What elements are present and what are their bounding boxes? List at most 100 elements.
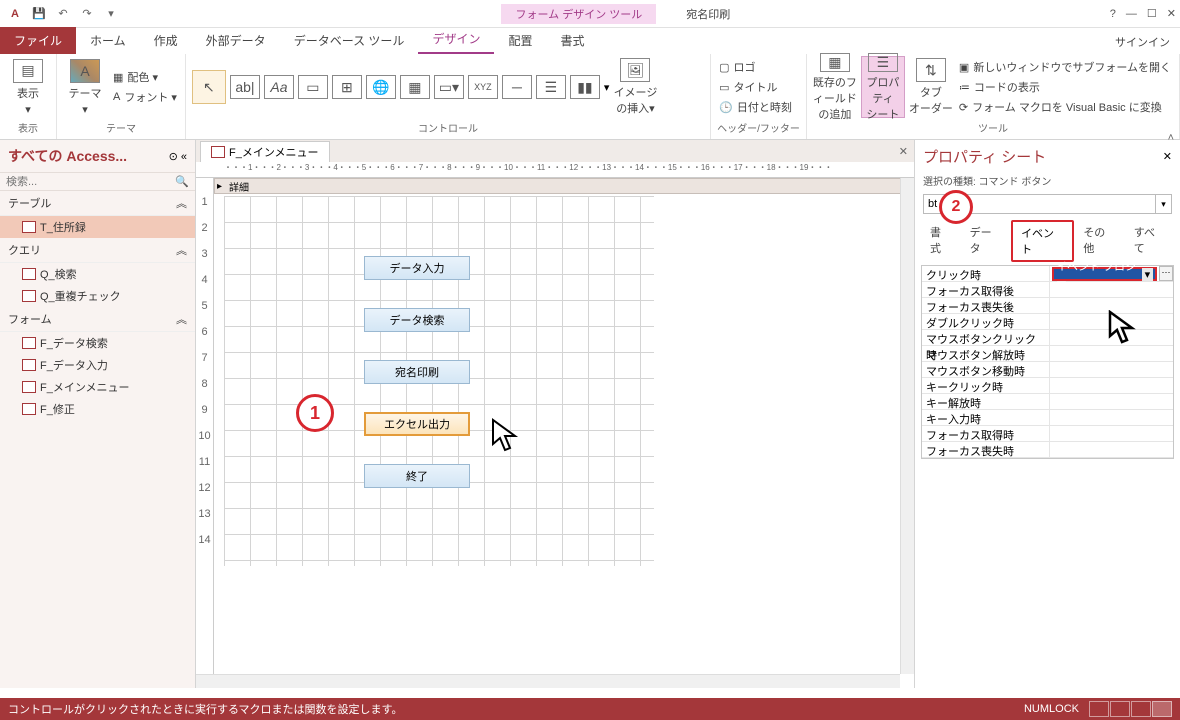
themes-button[interactable]: A テーマ▾ [63, 56, 107, 118]
app-icon[interactable]: A [4, 3, 26, 25]
nav-dropdown-icon[interactable]: ⊙ « [169, 150, 187, 163]
tab-arrange[interactable]: 配置 [494, 27, 546, 54]
prop-tab-data[interactable]: データ [961, 220, 1011, 262]
form-button-exit[interactable]: 終了 [364, 464, 470, 488]
property-sheet-button[interactable]: ☰プロパティ シート [861, 56, 905, 118]
search-icon[interactable]: 🔍 [175, 175, 189, 188]
form-button-print[interactable]: 宛名印刷 [364, 360, 470, 384]
prop-value[interactable] [1050, 378, 1173, 393]
view-design-icon[interactable] [1152, 701, 1172, 717]
tab-tool-icon[interactable]: ⊞ [332, 75, 362, 99]
nav-item-query[interactable]: Q_検索 [0, 263, 195, 285]
form-button-excel-output[interactable]: エクセル出力 [364, 412, 470, 436]
scrollbar-horizontal[interactable] [196, 674, 900, 688]
signin-link[interactable]: サインイン [1105, 30, 1180, 54]
prop-value[interactable] [1050, 410, 1173, 425]
prop-row[interactable]: マウスボタンクリック時 [922, 330, 1173, 346]
doc-close-icon[interactable]: ✕ [899, 145, 908, 158]
button-tool-icon[interactable]: ▭ [298, 75, 328, 99]
collapse-ribbon-icon[interactable]: ˄ [1168, 132, 1174, 144]
prop-close-icon[interactable]: ✕ [1163, 150, 1172, 163]
tab-external[interactable]: 外部データ [192, 27, 280, 54]
nav-group-queries[interactable]: クエリ︽ [0, 238, 195, 263]
undo-icon[interactable]: ↶ [52, 3, 74, 25]
line-tool-icon[interactable]: ─ [502, 75, 532, 99]
prop-tab-format[interactable]: 書式 [921, 220, 961, 262]
textbox-tool-icon[interactable]: ab| [230, 75, 260, 99]
prop-tab-event[interactable]: イベント [1011, 220, 1074, 262]
prop-value[interactable] [1050, 442, 1173, 457]
select-tool-icon[interactable]: ↖ [192, 70, 226, 104]
form-button-data-input[interactable]: データ入力 [364, 256, 470, 280]
minimize-icon[interactable]: — [1126, 8, 1137, 20]
tab-file[interactable]: ファイル [0, 27, 76, 54]
views-button[interactable]: ▤ 表示▾ [6, 56, 50, 118]
view-layout-icon[interactable] [1131, 701, 1151, 717]
tab-order-button[interactable]: ⇅タブ オーダー [909, 56, 953, 118]
fonts-button[interactable]: Aフォント ▾ [111, 88, 179, 106]
tab-format[interactable]: 書式 [546, 27, 598, 54]
nav-group-forms[interactable]: フォーム︽ [0, 307, 195, 332]
convert-macro-button[interactable]: ⟳フォーム マクロを Visual Basic に変換 [957, 98, 1173, 116]
save-icon[interactable]: 💾 [28, 3, 50, 25]
close-icon[interactable]: ✕ [1167, 7, 1176, 20]
view-form-icon[interactable] [1089, 701, 1109, 717]
logo-button[interactable]: ▢ロゴ [717, 58, 794, 76]
prop-value[interactable] [1050, 314, 1173, 329]
tab-home[interactable]: ホーム [76, 27, 140, 54]
document-tab[interactable]: F_メインメニュー [200, 141, 330, 162]
tab-dbtools[interactable]: データベース ツール [280, 27, 419, 54]
prop-tab-other[interactable]: その他 [1074, 220, 1124, 262]
nav-item-form[interactable]: F_メインメニュー [0, 376, 195, 398]
controls-more-icon[interactable]: ▾ [604, 81, 610, 94]
prop-value[interactable] [1050, 282, 1173, 297]
prop-value[interactable] [1050, 426, 1173, 441]
chevron-down-icon[interactable]: ▾ [1156, 194, 1172, 214]
prop-row[interactable]: フォーカス取得時 [922, 426, 1173, 442]
nav-item-table[interactable]: T_住所録 [0, 216, 195, 238]
nav-tool-icon[interactable]: ▦ [400, 75, 430, 99]
tab-design[interactable]: デザイン [418, 25, 494, 54]
colors-button[interactable]: ▦配色 ▾ [111, 68, 179, 86]
prop-value[interactable] [1050, 298, 1173, 313]
title-button[interactable]: ▭タイトル [717, 78, 794, 96]
prop-row[interactable]: ダブルクリック時 [922, 314, 1173, 330]
prop-value[interactable] [1050, 346, 1173, 361]
view-datasheet-icon[interactable] [1110, 701, 1130, 717]
redo-icon[interactable]: ↷ [76, 3, 98, 25]
label-tool-icon[interactable]: Aa [264, 75, 294, 99]
form-button-data-search[interactable]: データ検索 [364, 308, 470, 332]
section-detail[interactable]: 詳細 [214, 178, 914, 194]
prop-row[interactable]: マウスボタン解放時 [922, 346, 1173, 362]
datetime-button[interactable]: 🕒日付と時刻 [717, 98, 794, 116]
combo-tool-icon[interactable]: ▭▾ [434, 75, 464, 99]
nav-item-form[interactable]: F_修正 [0, 398, 195, 420]
prop-value[interactable]: イベント プロシー▾ [1050, 266, 1159, 281]
qat-dropdown-icon[interactable]: ▾ [100, 3, 122, 25]
scrollbar-vertical[interactable] [900, 178, 914, 674]
help-icon[interactable]: ? [1110, 8, 1116, 20]
add-field-button[interactable]: ▦既存のフィールド の追加 [813, 56, 857, 118]
design-grid[interactable]: データ入力 データ検索 宛名印刷 エクセル出力 終了 [224, 196, 654, 566]
list-tool-icon[interactable]: ☰ [536, 75, 566, 99]
maximize-icon[interactable]: ☐ [1147, 7, 1157, 20]
prop-row[interactable]: フォーカス取得後 [922, 282, 1173, 298]
prop-row[interactable]: キー入力時 [922, 410, 1173, 426]
prop-row[interactable]: フォーカス喪失後 [922, 298, 1173, 314]
nav-search-input[interactable] [6, 176, 175, 188]
prop-row[interactable]: キー解放時 [922, 394, 1173, 410]
canvas[interactable]: 1234567891011121314 詳細 データ入力 データ検索 宛名印刷 … [196, 178, 914, 688]
nav-item-query[interactable]: Q_重複チェック [0, 285, 195, 307]
nav-group-tables[interactable]: テーブル︽ [0, 191, 195, 216]
nav-item-form[interactable]: F_データ入力 [0, 354, 195, 376]
insert-image-button[interactable]: 🖼 イメージ の挿入▾ [613, 56, 657, 118]
prop-value[interactable] [1050, 362, 1173, 377]
prop-row[interactable]: マウスボタン移動時 [922, 362, 1173, 378]
prop-row[interactable]: キークリック時 [922, 378, 1173, 394]
xyz-tool-icon[interactable]: XYZ [468, 75, 498, 99]
link-tool-icon[interactable]: 🌐 [366, 75, 396, 99]
show-code-button[interactable]: ≔コードの表示 [957, 78, 1173, 96]
prop-value[interactable] [1050, 394, 1173, 409]
prop-row[interactable]: クリック時イベント プロシー▾⋯ [922, 266, 1173, 282]
prop-value[interactable] [1050, 330, 1173, 345]
